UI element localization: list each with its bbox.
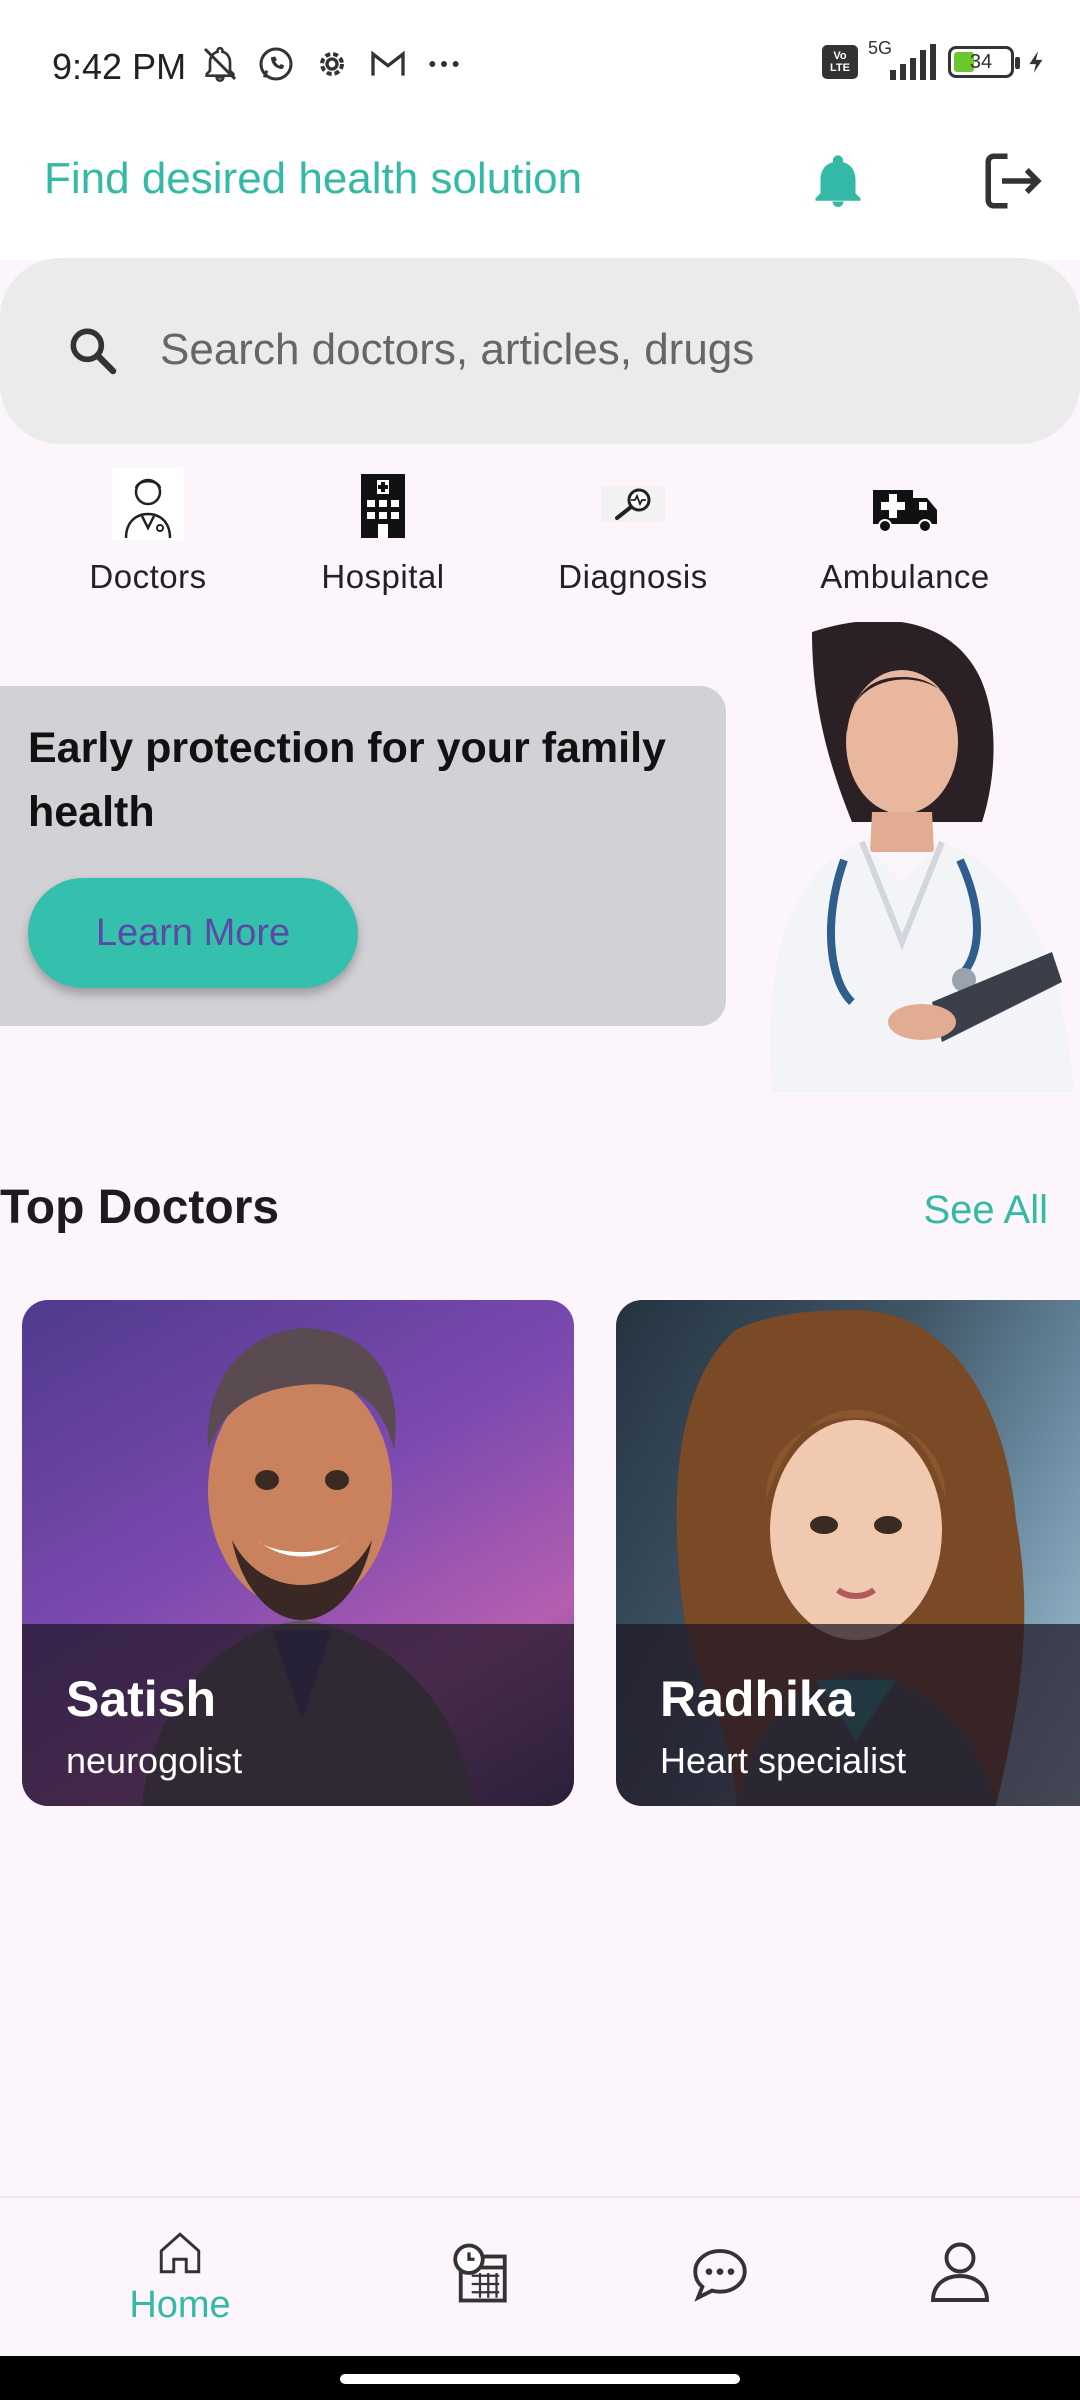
promo-banner: Early protection for your family health … (0, 686, 726, 1026)
nav-appointments[interactable] (400, 2240, 560, 2306)
notification-icons (200, 44, 464, 84)
category-doctors[interactable]: Doctors (48, 468, 248, 596)
battery-level: 34 (969, 51, 993, 73)
page-title: Find desired health solution (44, 154, 583, 203)
search-bar[interactable] (0, 258, 1080, 444)
category-ambulance[interactable]: Ambulance (805, 468, 1005, 596)
hospital-icon (361, 474, 405, 538)
appointments-calendar-icon (453, 2243, 507, 2303)
search-icon (70, 328, 117, 375)
charging-icon (1029, 51, 1043, 73)
home-gesture-handle[interactable] (340, 2374, 740, 2384)
doctor-card-overlay: Satish neurogolist (22, 1624, 574, 1806)
doctor-icon (112, 468, 184, 540)
category-diagnosis[interactable]: Diagnosis (533, 468, 733, 596)
notification-bell-icon[interactable] (808, 150, 868, 214)
category-label: Diagnosis (558, 558, 708, 595)
doctor-card[interactable]: Satish neurogolist (22, 1300, 574, 1806)
see-all-link[interactable]: See All (923, 1188, 1048, 1233)
diagnosis-icon (601, 486, 665, 522)
promo-text: Early protection for your family health (28, 724, 666, 836)
search-input[interactable] (160, 310, 1020, 390)
gmail-icon (371, 50, 405, 76)
section-title-top-doctors: Top Doctors (0, 1181, 280, 1234)
doctor-specialty: neurogolist (66, 1740, 243, 1781)
profile-icon (931, 2242, 989, 2302)
nav-home-label: Home (129, 2284, 231, 2326)
nav-home[interactable]: Home (100, 2228, 260, 2327)
nav-profile[interactable] (880, 2234, 1040, 2306)
doctor-card[interactable]: Radhika Heart specialist (616, 1300, 1080, 1806)
category-label: Ambulance (820, 558, 990, 595)
status-time: 9:42 PM (52, 46, 187, 87)
battery-icon: 34 (948, 46, 1020, 78)
system-gesture-bar (0, 2356, 1080, 2400)
doctor-name: Radhika (660, 1671, 855, 1727)
doctor-card-overlay: Radhika Heart specialist (616, 1624, 1080, 1806)
volte-badge: Vo LTE (822, 45, 858, 79)
ambulance-icon (873, 490, 937, 533)
logout-icon[interactable] (980, 148, 1046, 214)
whatsapp-icon (259, 47, 293, 81)
category-label: Hospital (321, 558, 445, 595)
settings-gear-icon (320, 52, 344, 76)
chat-icon (693, 2249, 747, 2302)
more-dots-icon (429, 61, 459, 67)
doctor-name: Satish (66, 1671, 217, 1727)
mute-icon (203, 46, 237, 83)
learn-more-button[interactable]: Learn More (28, 878, 358, 988)
doctor-specialty: Heart specialist (660, 1740, 907, 1781)
signal-icon: 5G (868, 38, 938, 82)
system-icons: Vo LTE 5G 34 (822, 38, 1050, 82)
category-label: Doctors (89, 558, 207, 595)
network-type: 5G (868, 38, 893, 58)
nav-chat[interactable] (640, 2240, 800, 2306)
bottom-navigation: Home (0, 2196, 1080, 2356)
category-hospital[interactable]: Hospital (283, 468, 483, 596)
home-icon (159, 2232, 201, 2274)
app-bar: Find desired health solution (0, 130, 1080, 260)
status-bar: 9:42 PM Vo LTE 5G 34 (0, 0, 1080, 130)
female-doctor-image (770, 622, 1074, 1092)
